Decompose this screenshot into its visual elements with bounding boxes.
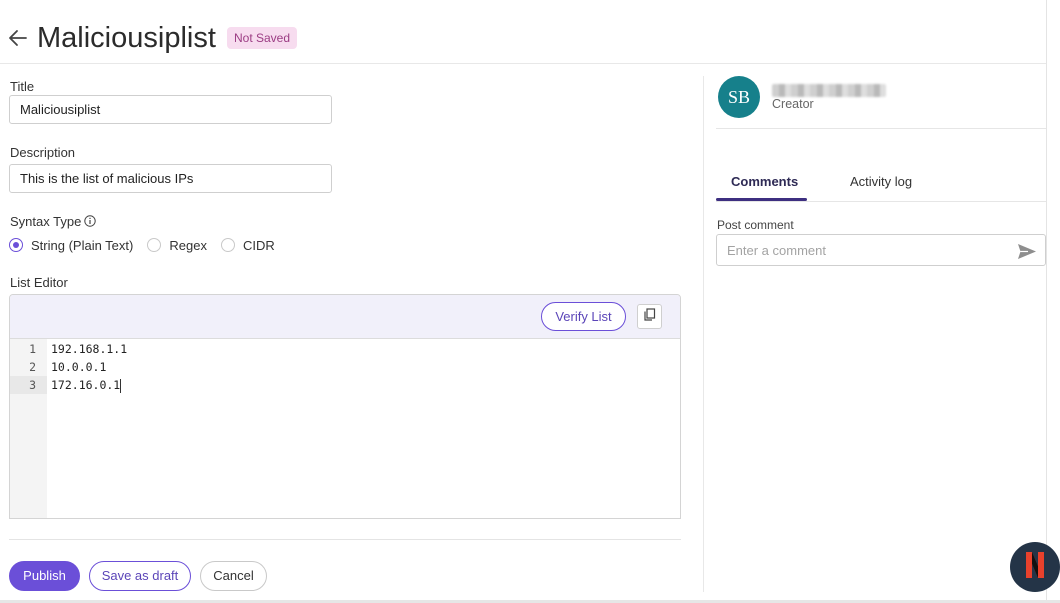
creator-role: Creator <box>772 97 814 111</box>
send-icon[interactable] <box>1017 243 1037 260</box>
back-arrow-icon[interactable] <box>7 27 29 49</box>
list-editor-label: List Editor <box>10 275 68 290</box>
radio-string[interactable]: String (Plain Text) <box>9 238 133 253</box>
radio-string-label: String (Plain Text) <box>31 237 134 253</box>
publish-button[interactable]: Publish <box>9 561 80 591</box>
avatar: SB <box>718 76 760 118</box>
post-comment-label: Post comment <box>717 218 794 232</box>
line-text[interactable]: 192.168.1.1 <box>51 340 127 358</box>
tab-activity-log[interactable]: Activity log <box>850 174 912 189</box>
copy-icon <box>643 307 656 326</box>
syntax-type-label: Syntax Type <box>10 214 97 229</box>
radio-regex-indicator[interactable] <box>147 238 162 252</box>
syntax-type-radio-group: String (Plain Text) Regex CIDR <box>9 236 289 254</box>
scrollbar-track[interactable] <box>1046 0 1047 603</box>
title-input[interactable]: Maliciousiplist <box>9 95 332 124</box>
cancel-button[interactable]: Cancel <box>200 561 267 591</box>
page: Maliciousiplist Not Saved Title Maliciou… <box>0 0 1060 603</box>
tabs-divider <box>716 201 1046 202</box>
line-text[interactable]: 172.16.0.1 <box>51 376 120 394</box>
radio-regex[interactable]: Regex <box>147 238 207 253</box>
syntax-type-text: Syntax Type <box>10 214 82 229</box>
line-text[interactable]: 10.0.0.1 <box>51 358 106 376</box>
tab-comments[interactable]: Comments <box>731 174 798 189</box>
copy-button[interactable] <box>637 304 662 329</box>
radio-cidr[interactable]: CIDR <box>220 237 275 253</box>
radio-string-indicator[interactable] <box>9 238 23 252</box>
radio-cidr-label: CIDR <box>242 237 275 253</box>
code-line[interactable]: 1 192.168.1.1 <box>10 340 680 358</box>
title-label: Title <box>10 79 35 94</box>
pane-divider <box>703 76 704 592</box>
brand-logo-icon <box>1024 550 1046 585</box>
text-caret <box>120 379 121 393</box>
description-label: Description <box>10 145 76 160</box>
verify-list-button[interactable]: Verify List <box>541 302 626 331</box>
code-line[interactable]: 3 172.16.0.1 <box>10 376 680 394</box>
radio-regex-label: Regex <box>169 237 207 253</box>
info-icon[interactable] <box>84 215 97 227</box>
comment-placeholder: Enter a comment <box>727 243 826 258</box>
page-header: Maliciousiplist Not Saved <box>0 0 1046 64</box>
editor-toolbar: Verify List <box>10 295 680 339</box>
form-divider <box>9 539 681 540</box>
list-editor: Verify List 1 192.168.1.1 2 10.0.0.1 3 1… <box>9 294 681 519</box>
line-number: 1 <box>29 342 36 356</box>
creator-name-redacted <box>772 84 886 97</box>
page-title: Maliciousiplist <box>37 22 216 54</box>
line-number: 2 <box>29 360 36 374</box>
description-input[interactable]: This is the list of malicious IPs <box>9 164 332 193</box>
brand-logo-button[interactable] <box>1010 542 1060 592</box>
save-draft-button[interactable]: Save as draft <box>89 561 191 591</box>
code-line[interactable]: 2 10.0.0.1 <box>10 358 680 376</box>
radio-cidr-indicator[interactable] <box>220 238 235 252</box>
profile-divider <box>716 128 1046 129</box>
comment-input[interactable]: Enter a comment <box>716 234 1046 266</box>
status-badge: Not Saved <box>227 27 298 49</box>
line-number: 3 <box>29 378 36 392</box>
